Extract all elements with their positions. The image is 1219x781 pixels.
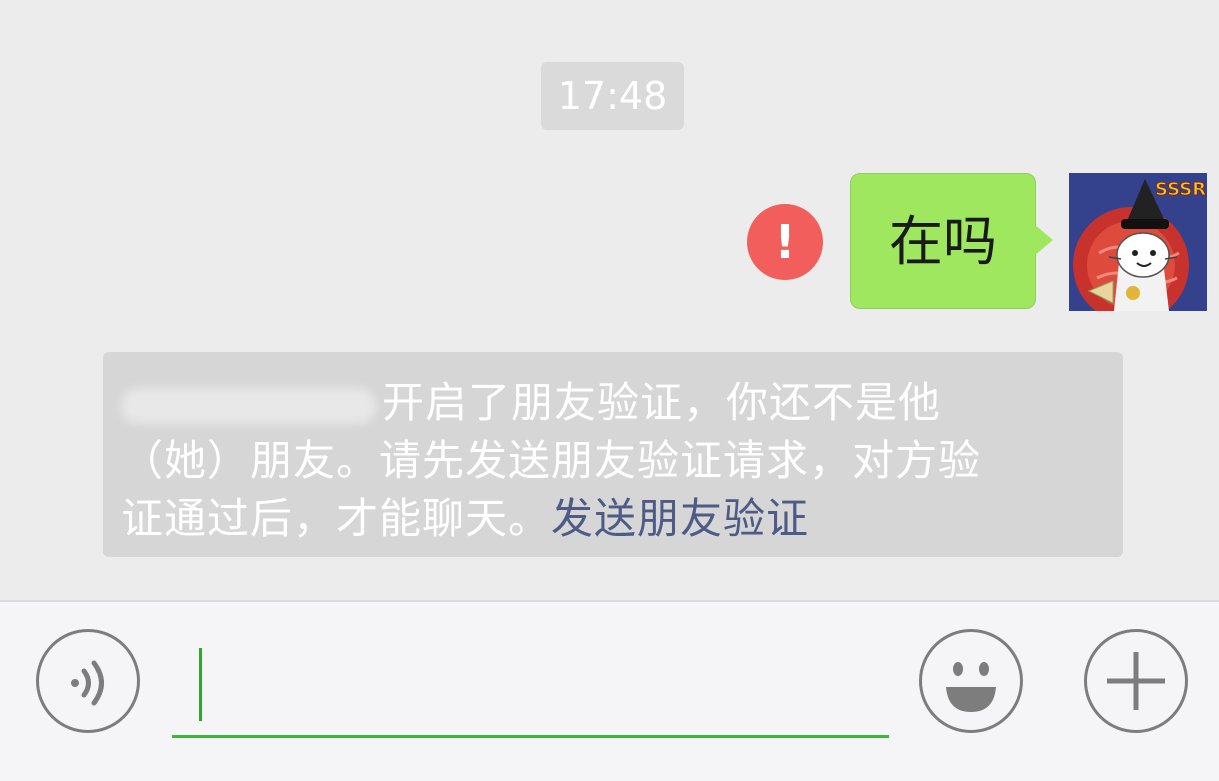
friend-verification-notice: 开启了朋友验证，你还不是他 （她）朋友。请先发送朋友验证请求，对方验 证通过后，… — [103, 352, 1123, 557]
voice-icon — [71, 660, 104, 706]
notice-line-1: 开启了朋友验证，你还不是他 — [382, 378, 942, 427]
emoji-button[interactable] — [919, 629, 1023, 733]
blurred-contact-name — [121, 387, 376, 424]
text-caret — [199, 648, 202, 721]
send-failed-icon[interactable]: ! — [747, 204, 823, 280]
notice-line-2: （她）朋友。请先发送朋友验证请求，对方验 — [121, 436, 982, 485]
notice-text: 开启了朋友验证，你还不是他 （她）朋友。请先发送朋友验证请求，对方验 证通过后，… — [121, 374, 1111, 548]
message-input[interactable] — [172, 642, 889, 738]
emoji-icon — [946, 662, 996, 712]
cartoon-cat-avatar-icon: SSSR — [1069, 173, 1207, 311]
chat-area: 17:48 ! 在吗 SSSR 开启了朋友验证，你还不是他 （她）朋友。请先发送… — [0, 0, 1219, 600]
notice-line-3: 证通过后，才能聊天。 — [121, 494, 552, 543]
user-avatar[interactable]: SSSR — [1069, 173, 1207, 311]
more-options-button[interactable] — [1084, 629, 1188, 733]
voice-button[interactable] — [36, 629, 140, 733]
outgoing-message-bubble[interactable]: 在吗 — [850, 173, 1036, 309]
send-verification-link[interactable]: 发送朋友验证 — [551, 494, 809, 543]
plus-icon — [1107, 652, 1165, 710]
message-timestamp: 17:48 — [541, 62, 684, 130]
input-bar — [0, 600, 1219, 781]
bubble-tail — [1035, 225, 1053, 255]
avatar-badge-text: SSSR — [1155, 179, 1206, 200]
